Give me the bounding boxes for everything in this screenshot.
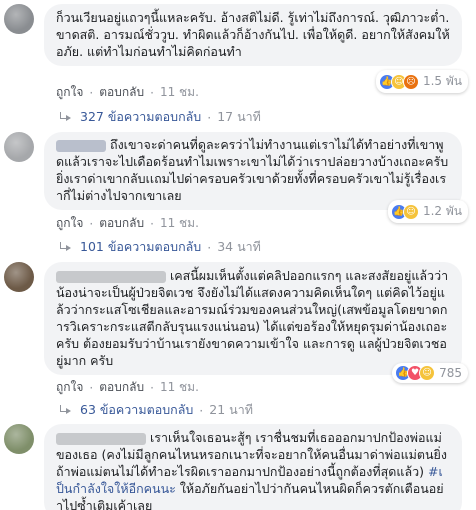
reaction-summary[interactable]: 👍 ♥ ☺ 785 xyxy=(392,363,468,383)
like-link[interactable]: ถูกใจ xyxy=(56,214,83,233)
haha-reaction-icon: ☺ xyxy=(419,365,436,381)
separator: · xyxy=(89,216,94,231)
comment-text: ก็วนเวียนอยู่แถวๆนี้แหละครับ. อ้างสติไม่… xyxy=(56,10,450,59)
reply-arrow-icon xyxy=(58,112,72,122)
reply-arrow-icon xyxy=(58,242,72,252)
haha-reaction-icon: ☺ xyxy=(402,203,419,220)
commenter-name[interactable] xyxy=(56,270,166,283)
comment-body: เคสนี้ผมเห็นตั้งแต่คลิปออกแรกๆ และสงสัยอ… xyxy=(56,268,449,368)
comment-actions: ถูกใจ · ตอบกลับ · 11 ชม. xyxy=(56,214,199,233)
commenter-name[interactable] xyxy=(56,432,146,445)
reply-link[interactable]: ตอบกลับ xyxy=(99,214,144,233)
comment-text: เคสนี้ผมเห็นตั้งแต่คลิปออกแรกๆ และสงสัยอ… xyxy=(56,267,450,369)
replies-count[interactable]: 63 ข้อความตอบกลับ xyxy=(80,400,193,420)
reaction-summary[interactable]: 👍 ☺ 1.2 พัน xyxy=(387,200,468,223)
comment-bubble: ถึงเขาจะด่าคนที่ดูละครว่าไม่ทำงานแต่เราไ… xyxy=(44,132,462,210)
angry-reaction-icon: ☹ xyxy=(402,73,419,90)
view-replies[interactable]: 101 ข้อความตอบกลับ · 34 นาที xyxy=(58,237,261,257)
reply-link[interactable]: ตอบกลับ xyxy=(99,83,144,102)
view-replies[interactable]: 63 ข้อความตอบกลับ · 21 นาที xyxy=(58,400,253,420)
separator: · xyxy=(89,85,94,100)
avatar[interactable] xyxy=(4,4,34,34)
comment-body: ถึงเขาจะด่าคนที่ดูละครว่าไม่ทำงานแต่เราไ… xyxy=(56,137,449,203)
avatar[interactable] xyxy=(4,132,34,162)
replies-time: 21 นาที xyxy=(209,402,253,417)
comment-bubble: เคสนี้ผมเห็นตั้งแต่คลิปออกแรกๆ และสงสัยอ… xyxy=(44,262,462,375)
comment-bubble: ก็วนเวียนอยู่แถวๆนี้แหละครับ. อ้างสติไม่… xyxy=(44,4,462,66)
avatar[interactable] xyxy=(4,424,34,454)
separator: · xyxy=(150,216,154,231)
comment-bubble: เราเห็นใจเธอนะสู้ๆ เราชื่นชมที่เธอออกมาป… xyxy=(44,424,462,510)
comment-text: เราเห็นใจเธอนะสู้ๆ เราชื่นชมที่เธอออกมาป… xyxy=(56,429,450,510)
separator: · xyxy=(207,109,212,125)
comment-time[interactable]: 11 ชม. xyxy=(160,214,199,233)
comment-actions: ถูกใจ · ตอบกลับ · 11 ชม. xyxy=(56,83,199,102)
like-link[interactable]: ถูกใจ xyxy=(56,83,83,102)
like-link[interactable]: ถูกใจ xyxy=(56,378,83,397)
reply-link[interactable]: ตอบกลับ xyxy=(99,378,144,397)
replies-time: 34 นาที xyxy=(217,239,261,254)
reaction-count: 785 xyxy=(439,366,462,380)
separator: · xyxy=(89,380,94,395)
comment-text: ถึงเขาจะด่าคนที่ดูละครว่าไม่ทำงานแต่เราไ… xyxy=(56,136,450,204)
comment-time[interactable]: 11 ชม. xyxy=(160,83,199,102)
avatar[interactable] xyxy=(4,262,34,292)
commenter-name[interactable] xyxy=(56,139,106,152)
reaction-count: 1.2 พัน xyxy=(422,204,462,218)
separator: · xyxy=(207,239,212,255)
separator: · xyxy=(199,402,204,418)
replies-time: 17 นาที xyxy=(217,109,261,124)
comment-actions: ถูกใจ · ตอบกลับ · 11 ชม. xyxy=(56,378,199,397)
replies-count[interactable]: 327 ข้อความตอบกลับ xyxy=(80,107,201,127)
separator: · xyxy=(150,380,154,395)
replies-count[interactable]: 101 ข้อความตอบกลับ xyxy=(80,237,201,257)
reaction-summary[interactable]: 👍 ☺ ☹ 1.5 พัน xyxy=(375,70,468,93)
reaction-count: 1.5 พัน xyxy=(422,74,462,88)
comment-time[interactable]: 11 ชม. xyxy=(160,378,199,397)
separator: · xyxy=(150,85,154,100)
reply-arrow-icon xyxy=(58,405,72,415)
view-replies[interactable]: 327 ข้อความตอบกลับ · 17 นาที xyxy=(58,107,261,127)
